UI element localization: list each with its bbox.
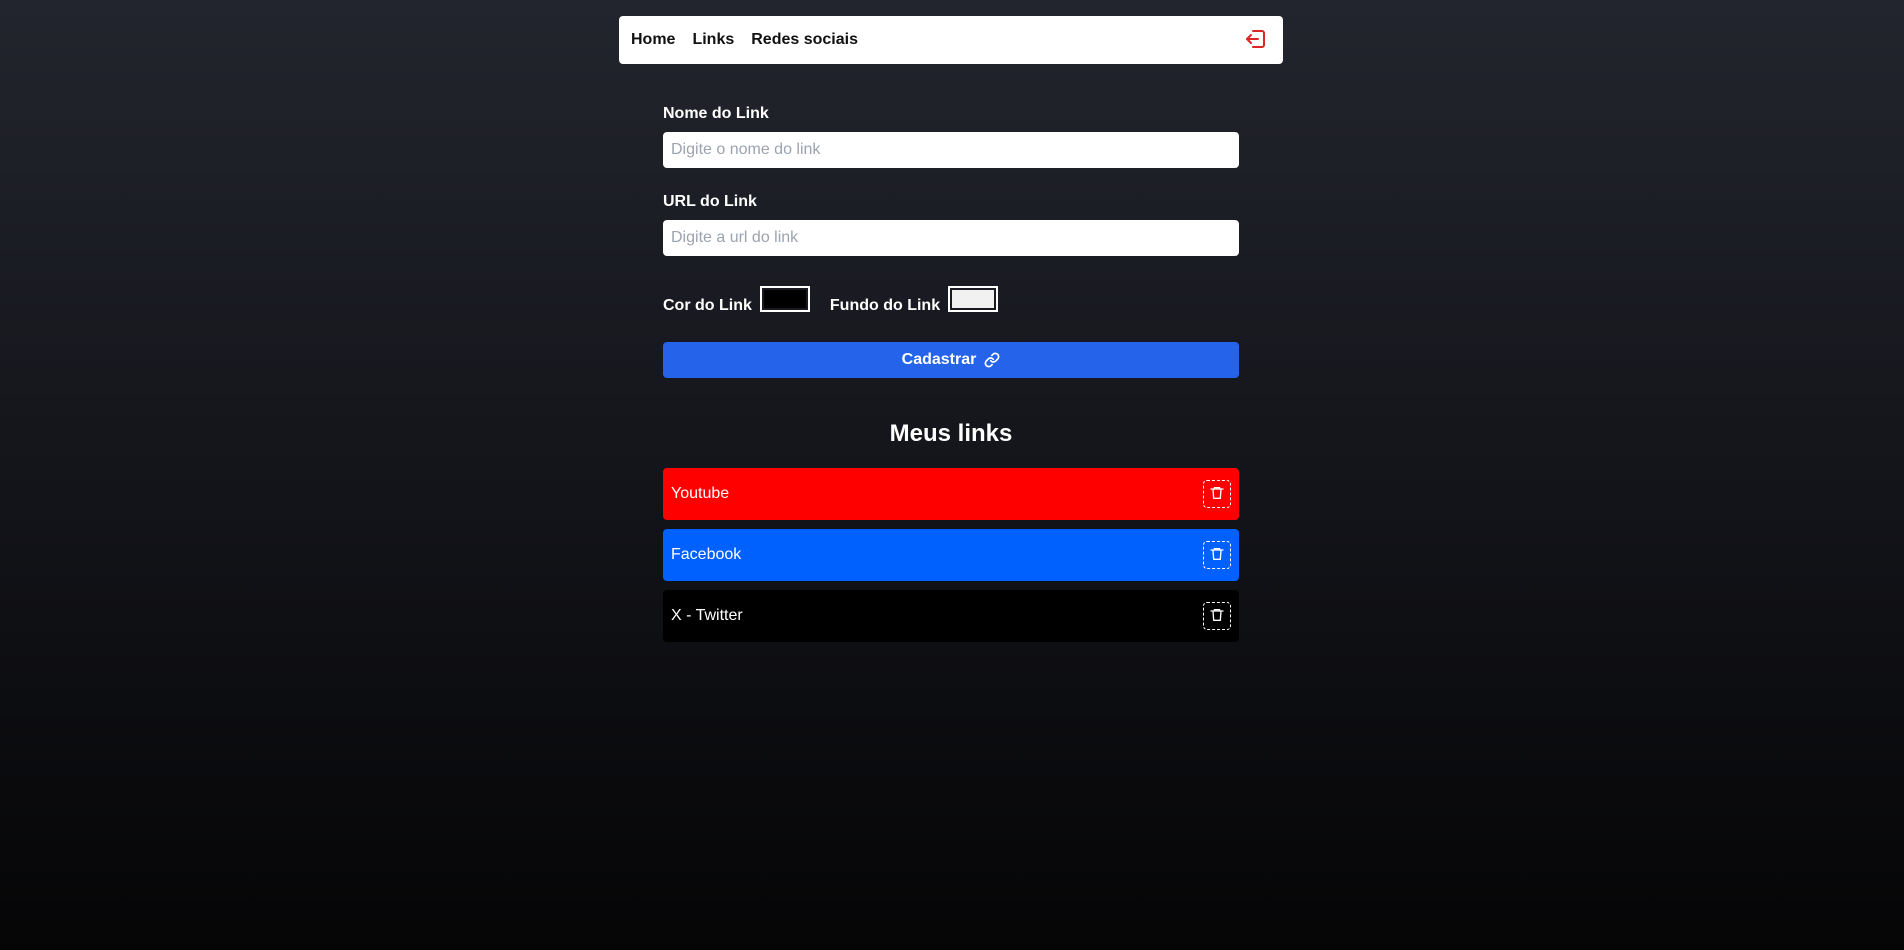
link-icon	[984, 352, 1000, 368]
link-item-facebook[interactable]: Facebook	[663, 529, 1239, 581]
name-label: Nome do Link	[663, 105, 769, 122]
link-bg-label: Fundo do Link	[829, 297, 941, 314]
link-bg-swatch	[952, 290, 995, 308]
link-name-input[interactable]	[663, 132, 1239, 168]
link-form: Nome do Link URL do Link Cor do Link Fun…	[663, 104, 1239, 378]
delete-link-button[interactable]	[1203, 541, 1231, 569]
link-color-swatch	[763, 290, 806, 308]
nav-link-links[interactable]: Links	[692, 31, 734, 49]
link-item-name: Youtube	[671, 485, 730, 502]
trash-icon	[1209, 546, 1225, 565]
logout-icon	[1244, 27, 1268, 54]
cadastrar-button[interactable]: Cadastrar	[663, 342, 1239, 378]
trash-icon	[1209, 485, 1225, 504]
links-list: Youtube Facebook X - Twitter	[663, 468, 1239, 651]
link-color-label: Cor do Link	[663, 297, 752, 314]
color-row: Cor do Link Fundo do Link	[663, 280, 1239, 316]
link-url-input[interactable]	[663, 220, 1239, 256]
link-bg-picker[interactable]	[948, 286, 999, 312]
url-label: URL do Link	[663, 193, 757, 210]
nav-link-redes-sociais[interactable]: Redes sociais	[751, 31, 858, 49]
meus-links-title: Meus links	[889, 420, 1013, 447]
nav-link-home[interactable]: Home	[631, 31, 675, 49]
trash-icon	[1209, 607, 1225, 626]
delete-link-button[interactable]	[1203, 480, 1231, 508]
delete-link-button[interactable]	[1203, 602, 1231, 630]
link-item-name: Facebook	[671, 546, 742, 563]
link-item-youtube[interactable]: Youtube	[663, 468, 1239, 520]
link-item-x-twitter[interactable]: X - Twitter	[663, 590, 1239, 642]
logout-button[interactable]	[1241, 25, 1271, 55]
cadastrar-label: Cadastrar	[901, 351, 977, 368]
url-field-group: URL do Link	[663, 192, 1239, 256]
name-field-group: Nome do Link	[663, 104, 1239, 168]
top-navbar: Home Links Redes sociais	[619, 16, 1283, 64]
link-color-picker[interactable]	[759, 286, 810, 312]
link-item-name: X - Twitter	[671, 607, 743, 624]
